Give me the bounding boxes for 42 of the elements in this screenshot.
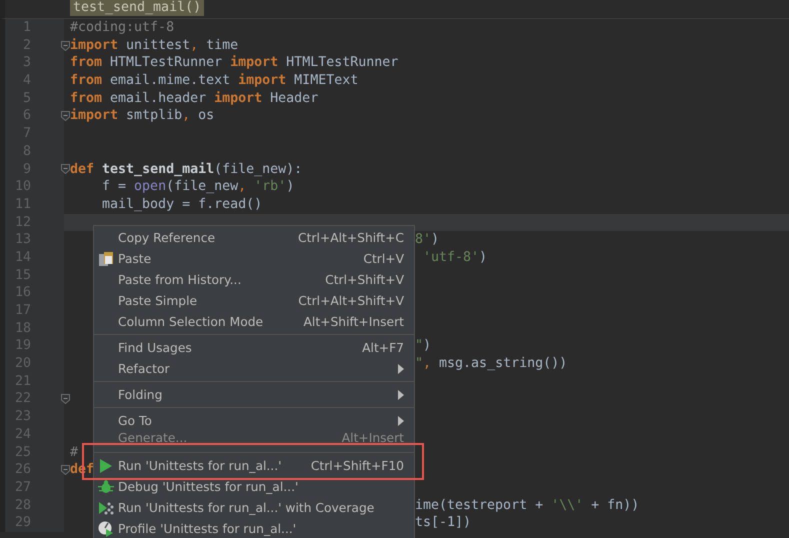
menu-item[interactable]: Paste from History... Ctrl+Shift+V <box>94 269 414 290</box>
code-fragment: 'utf-8') <box>422 248 488 267</box>
code-line: from email.header import Header <box>70 90 318 108</box>
menu-item[interactable]: Run 'Unittests for run_al...' Ctrl+Shift+F10 <box>94 455 414 476</box>
menu-item[interactable]: Copy Reference Ctrl+Alt+Shift+C <box>94 227 414 248</box>
code-line: def test_send_mail(file_new): <box>70 160 302 178</box>
code-fragment: ts[-1]) <box>415 514 472 532</box>
coverage-icon <box>98 500 114 516</box>
code-line: import smtplib, os <box>70 107 214 126</box>
menu-item[interactable]: Go To <box>94 410 414 431</box>
menu-item[interactable]: Folding <box>94 384 414 405</box>
fold-icon[interactable] <box>61 111 70 122</box>
menu-item[interactable]: Profile 'Unittests for run_al...' <box>94 518 414 538</box>
menu-item[interactable]: Debug 'Unittests for run_al...' <box>94 476 414 497</box>
code-line: import unittest, time <box>70 36 238 54</box>
submenu-arrow-icon <box>398 390 404 400</box>
code-fragment: ") <box>415 337 432 356</box>
menu-item[interactable]: Refactor <box>94 358 414 379</box>
menu-item[interactable]: Paste Simple Ctrl+Alt+Shift+V <box>94 290 414 311</box>
menu-item[interactable]: Paste Ctrl+V <box>94 248 414 269</box>
code-line: from email.mime.text import MIMEText <box>70 72 358 90</box>
menu-item[interactable]: Run 'Unittests for run_al...' with Coverage <box>94 497 414 518</box>
code-line: f = open(file_new, 'rb') <box>101 178 294 196</box>
code-fragment: ime(testreport + '\\' + fn)) <box>415 496 640 514</box>
fold-icon[interactable] <box>61 40 70 51</box>
code-line: from HTMLTestRunner import HTMLTestRunner <box>70 54 398 72</box>
bug-icon <box>98 479 114 495</box>
menu-item[interactable]: Find Usages Alt+F7 <box>94 337 414 358</box>
fold-icon[interactable] <box>61 465 70 476</box>
submenu-arrow-icon <box>398 416 404 426</box>
fold-icon[interactable] <box>61 164 70 174</box>
code-line: # <box>70 444 78 462</box>
fold-icon[interactable] <box>61 394 70 404</box>
code-line: mail_body = f.read() <box>101 196 262 214</box>
code-fragment: ", msg.as_string()) <box>415 355 568 373</box>
code-line: #coding:utf-8 <box>70 19 174 37</box>
code-fragment: 8') <box>415 231 440 249</box>
breadcrumb[interactable]: test_send_mail() <box>70 0 204 16</box>
submenu-arrow-icon <box>398 364 404 374</box>
menu-item[interactable]: Column Selection Mode Alt+Shift+Insert <box>94 311 414 332</box>
clipboard-icon <box>98 251 114 267</box>
play-icon <box>98 458 114 474</box>
